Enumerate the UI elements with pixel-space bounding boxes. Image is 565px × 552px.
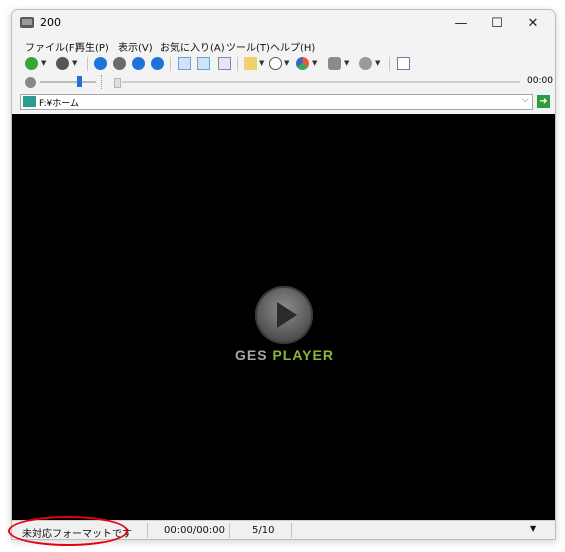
- status-track: 5/10: [252, 525, 275, 536]
- play-icon[interactable]: [94, 57, 107, 70]
- menu-tools[interactable]: ツール(T): [226, 39, 270, 54]
- window-icon[interactable]: [397, 57, 410, 70]
- menu-favorites[interactable]: お気に入り(A): [160, 39, 225, 54]
- close-button[interactable]: ✕: [515, 10, 551, 36]
- speaker-icon[interactable]: [25, 77, 36, 88]
- previous-icon[interactable]: [132, 57, 145, 70]
- menu-view[interactable]: 表示(V): [118, 39, 153, 54]
- pin-icon[interactable]: [218, 57, 231, 70]
- status-separator: [229, 523, 230, 538]
- player-window: 200 — ☐ ✕ ファイル(F) 再生(P) 表示(V) お気に入り(A) ツ…: [11, 9, 556, 540]
- menu-play[interactable]: 再生(P): [75, 39, 109, 54]
- maximize-button[interactable]: ☐: [479, 10, 515, 36]
- clock-icon[interactable]: [269, 57, 282, 70]
- fullscreen-icon[interactable]: [197, 57, 210, 70]
- seek-thumb[interactable]: [114, 78, 121, 88]
- toolbar-separator: [170, 57, 171, 71]
- chevron-down-icon[interactable]: ▼: [344, 59, 349, 67]
- address-path: F:¥ホーム: [39, 99, 79, 109]
- toolbar-separator: [237, 57, 238, 71]
- toolbar: ▼ ▼ ▼ ▼ ▼ ▼ ▼: [12, 54, 555, 74]
- toolbar-separator: [389, 57, 390, 71]
- chevron-down-icon[interactable]: ▼: [312, 59, 317, 67]
- status-separator: [291, 523, 292, 538]
- chevron-down-icon[interactable]: ▼: [375, 59, 380, 67]
- settings-icon[interactable]: [328, 57, 341, 70]
- elapsed-time: 00:00: [527, 76, 553, 86]
- seek-slider[interactable]: [122, 81, 520, 83]
- back-icon[interactable]: [25, 57, 38, 70]
- app-logo-text: GES PLAYER: [222, 347, 347, 363]
- volume-thumb[interactable]: [77, 76, 82, 87]
- seek-divider: [101, 75, 103, 89]
- go-arrow-icon[interactable]: ➜: [537, 95, 550, 108]
- chevron-down-icon[interactable]: ▼: [259, 59, 264, 67]
- play-logo-icon: [255, 286, 313, 344]
- address-bar: F:¥ホーム ⌵ ➜: [12, 92, 555, 112]
- chevron-down-icon[interactable]: ▼: [41, 59, 46, 67]
- seek-bar-row: 00:00: [12, 74, 555, 90]
- status-time: 00:00/00:00: [164, 525, 226, 536]
- folder-icon: [23, 96, 36, 107]
- app-icon: [20, 17, 34, 28]
- forward-icon[interactable]: [56, 57, 69, 70]
- logo-word-ges: GES: [235, 347, 268, 363]
- window-title: 200: [40, 16, 61, 29]
- menu-help[interactable]: ヘルプ(H): [270, 39, 315, 54]
- chevron-down-icon[interactable]: ▼: [72, 59, 77, 67]
- chevron-down-icon[interactable]: ▼: [530, 524, 536, 533]
- title-bar: 200 — ☐ ✕: [12, 10, 555, 36]
- playlist-icon[interactable]: [244, 57, 257, 70]
- color-icon[interactable]: [296, 57, 309, 70]
- volume-slider[interactable]: [40, 81, 96, 83]
- info-icon[interactable]: [359, 57, 372, 70]
- next-icon[interactable]: [151, 57, 164, 70]
- menu-file[interactable]: ファイル(F): [25, 39, 79, 54]
- chevron-down-icon[interactable]: ⌵: [522, 95, 529, 105]
- address-input[interactable]: F:¥ホーム ⌵: [20, 94, 533, 110]
- stop-icon[interactable]: [113, 57, 126, 70]
- annotation-ellipse: [8, 516, 128, 546]
- fit-window-icon[interactable]: [178, 57, 191, 70]
- video-area[interactable]: GES PLAYER: [12, 114, 555, 520]
- menu-bar: ファイル(F) 再生(P) 表示(V) お気に入り(A) ツール(T) ヘルプ(…: [12, 37, 555, 54]
- status-separator: [147, 523, 148, 538]
- logo-word-player: PLAYER: [272, 347, 334, 363]
- chevron-down-icon[interactable]: ▼: [284, 59, 289, 67]
- toolbar-separator: [87, 57, 88, 71]
- minimize-button[interactable]: —: [443, 10, 479, 36]
